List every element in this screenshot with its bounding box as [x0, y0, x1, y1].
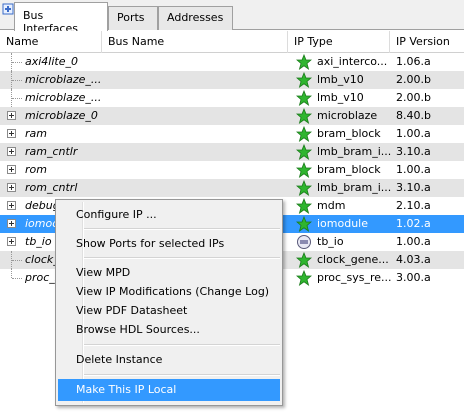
- ip-type: microblaze: [317, 109, 378, 122]
- instance-name: rom: [25, 163, 47, 176]
- green-star-icon: [296, 270, 312, 286]
- ip-version: 2.00.b: [396, 73, 431, 86]
- expand-icon[interactable]: [7, 111, 16, 120]
- tab-bar: Bus Interfaces Ports Addresses: [0, 0, 464, 35]
- table-row[interactable]: microblaze_... lmb_v10 2.00.b: [0, 71, 464, 89]
- menu-item-show-ports[interactable]: Show Ports for selected IPs: [58, 233, 280, 255]
- green-star-icon: [296, 72, 312, 88]
- ip-version: 2.10.a: [396, 199, 431, 212]
- green-star-icon: [296, 198, 312, 214]
- menu-item-make-ip-local[interactable]: Make This IP Local: [58, 379, 280, 401]
- ip-type: lmb_v10: [317, 73, 364, 86]
- instance-name: rom_cntrl: [25, 181, 78, 194]
- green-star-icon: [296, 162, 312, 178]
- green-star-icon: [296, 54, 312, 70]
- ip-version: 8.40.b: [396, 109, 431, 122]
- ip-version: 4.03.a: [396, 253, 431, 266]
- ip-version: 1.00.a: [396, 235, 431, 248]
- instance-name: ram: [25, 127, 47, 140]
- table-row[interactable]: rom bram_block 1.00.a: [0, 161, 464, 179]
- instance-name: axi4lite_0: [25, 55, 78, 68]
- table-row[interactable]: microblaze_0 microblaze 8.40.b: [0, 107, 464, 125]
- bus-interface-add-icon: [2, 3, 14, 15]
- ip-version: 1.00.a: [396, 127, 431, 140]
- column-header-bus-name[interactable]: Bus Name: [102, 31, 288, 53]
- ip-type: mdm: [317, 199, 346, 212]
- ip-type: lmb_bram_i...: [317, 181, 392, 194]
- menu-item-delete-instance[interactable]: Delete Instance: [58, 349, 280, 371]
- ip-version: 3.10.a: [396, 145, 431, 158]
- ip-version: 1.06.a: [396, 55, 431, 68]
- tab-bus-interfaces[interactable]: Bus Interfaces: [14, 2, 108, 35]
- column-header-name[interactable]: Name: [0, 31, 102, 53]
- expand-icon[interactable]: [7, 183, 16, 192]
- ip-type: clock_gene...: [317, 253, 389, 266]
- table-header: Name Bus Name IP Type IP Version: [0, 31, 464, 53]
- context-menu: Configure IP ... Show Ports for selected…: [55, 199, 283, 406]
- ip-type: axi_interco...: [317, 55, 388, 68]
- table-row[interactable]: ram_cntlr lmb_bram_i... 3.10.a: [0, 143, 464, 161]
- tab-ports[interactable]: Ports: [108, 6, 158, 30]
- column-header-ip-version[interactable]: IP Version: [390, 31, 464, 53]
- menu-separator: [84, 228, 280, 230]
- table-row[interactable]: ram bram_block 1.00.a: [0, 125, 464, 143]
- green-star-icon: [296, 252, 312, 268]
- expand-icon[interactable]: [7, 147, 16, 156]
- ip-type: bram_block: [317, 127, 381, 140]
- instance-name: ram_cntlr: [25, 145, 78, 158]
- expand-icon[interactable]: [7, 201, 16, 210]
- ip-type: bram_block: [317, 163, 381, 176]
- ip-type: proc_sys_re...: [317, 271, 392, 284]
- table-row[interactable]: microblaze_... lmb_v10 2.00.b: [0, 89, 464, 107]
- expand-icon[interactable]: [7, 237, 16, 246]
- green-star-icon: [296, 126, 312, 142]
- menu-item-browse-hdl-sources[interactable]: Browse HDL Sources...: [58, 319, 280, 341]
- menu-separator: [84, 374, 280, 376]
- green-star-icon: [296, 90, 312, 106]
- green-star-icon: [296, 180, 312, 196]
- expand-icon[interactable]: [7, 219, 16, 228]
- instance-name: microblaze_...: [25, 73, 102, 86]
- ip-type: iomodule: [317, 217, 369, 230]
- ip-type: tb_io: [317, 235, 344, 248]
- ip-type: lmb_bram_i...: [317, 145, 392, 158]
- ip-version: 1.00.a: [396, 163, 431, 176]
- table-row[interactable]: rom_cntrl lmb_bram_i... 3.10.a: [0, 179, 464, 197]
- expand-icon[interactable]: [7, 129, 16, 138]
- table-row[interactable]: axi4lite_0 axi_interco... 1.06.a: [0, 53, 464, 71]
- instance-name: microblaze_0: [25, 109, 98, 122]
- expand-icon[interactable]: [7, 165, 16, 174]
- cursor-hand-icon: [297, 235, 311, 249]
- ip-type: lmb_v10: [317, 91, 364, 104]
- menu-separator: [84, 344, 280, 346]
- green-star-icon: [296, 216, 312, 232]
- column-header-ip-type[interactable]: IP Type: [288, 31, 390, 53]
- ip-version: 1.02.a: [396, 217, 431, 230]
- green-star-icon: [296, 108, 312, 124]
- menu-item-configure-ip[interactable]: Configure IP ...: [58, 204, 280, 226]
- ip-version: 3.10.a: [396, 181, 431, 194]
- menu-separator: [84, 257, 280, 259]
- tab-addresses[interactable]: Addresses: [158, 6, 233, 30]
- ip-version: 2.00.b: [396, 91, 431, 104]
- instance-name: microblaze_...: [25, 91, 102, 104]
- ip-version: 3.00.a: [396, 271, 431, 284]
- green-star-icon: [296, 144, 312, 160]
